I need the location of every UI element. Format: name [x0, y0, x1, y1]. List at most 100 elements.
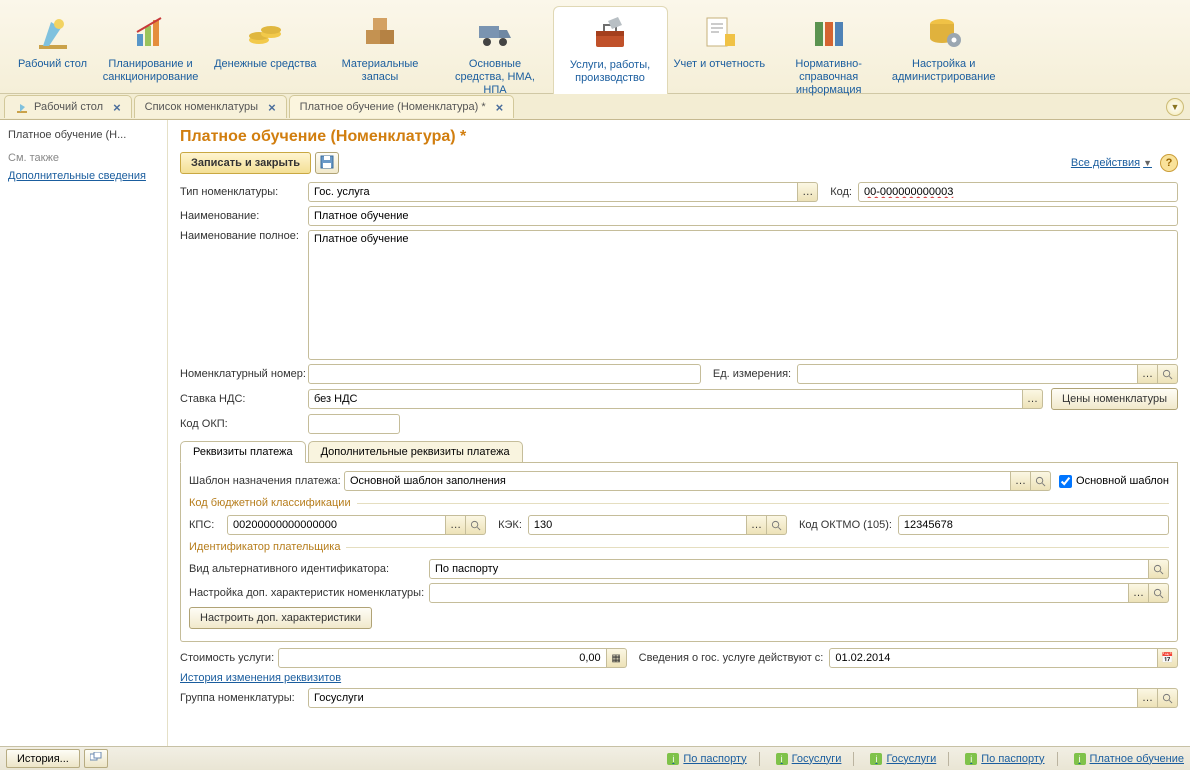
chevron-down-icon: ▼ [1143, 158, 1152, 168]
search-button[interactable] [1158, 688, 1178, 708]
label-vat: Ставка НДС: [180, 393, 308, 405]
save-button[interactable] [315, 152, 339, 174]
label-unit: Ед. измерения: [713, 368, 791, 380]
search-button[interactable] [1149, 583, 1169, 603]
oktmo-input[interactable] [898, 515, 1169, 535]
kps-input[interactable] [227, 515, 446, 535]
truck-icon [471, 8, 519, 56]
okp-input[interactable] [308, 414, 400, 434]
boxes-icon [356, 8, 404, 56]
desk-lamp-icon [29, 8, 77, 56]
search-icon [1035, 476, 1046, 487]
type-input[interactable] [308, 182, 798, 202]
status-item[interactable]: iПо паспорту [965, 753, 1044, 765]
search-button[interactable] [1149, 559, 1169, 579]
label-code: Код: [830, 186, 852, 198]
picker-button[interactable]: … [747, 515, 767, 535]
template-input[interactable] [344, 471, 1011, 491]
tab-menu-button[interactable]: ▼ [1166, 98, 1184, 116]
name-input[interactable] [308, 206, 1178, 226]
tab-payment[interactable]: Реквизиты платежа [180, 441, 306, 463]
picker-button[interactable]: … [1023, 389, 1043, 409]
report-icon [695, 8, 743, 56]
help-icon[interactable]: ? [1160, 154, 1178, 172]
history-button[interactable]: История... [6, 749, 80, 768]
effectfrom-input[interactable] [829, 648, 1158, 668]
picker-button[interactable]: … [1129, 583, 1149, 603]
calendar-button[interactable]: 📅 [1158, 648, 1178, 668]
search-button[interactable] [1031, 471, 1051, 491]
info-icon: i [1074, 753, 1086, 765]
info-icon: i [870, 753, 882, 765]
close-icon[interactable]: × [496, 100, 504, 115]
group-payer: Идентификатор плательщика [189, 541, 1169, 553]
search-button[interactable] [767, 515, 787, 535]
windows-button[interactable] [84, 749, 108, 768]
close-icon[interactable]: × [268, 100, 276, 115]
label-nomgroup: Группа номенклатуры: [180, 692, 308, 704]
toolbar-materials[interactable]: Материальные запасы [323, 6, 438, 86]
folders-icon [805, 8, 853, 56]
status-bar: История... iПо паспорту iГосуслуги iГосу… [0, 746, 1190, 770]
inner-tabs: Реквизиты платежа Дополнительные реквизи… [180, 440, 1178, 463]
close-icon[interactable]: × [113, 100, 121, 115]
toolbar-admin[interactable]: Настройка и администрирование [886, 6, 1001, 86]
toolbar-assets[interactable]: Основные средства, НМА, НПА [438, 6, 553, 99]
code-input[interactable] [858, 182, 1178, 202]
altid-input[interactable] [429, 559, 1149, 579]
unit-input[interactable] [797, 364, 1138, 384]
tab-label: Список номенклатуры [145, 101, 258, 113]
nomnumber-input[interactable] [308, 364, 701, 384]
cost-input[interactable] [278, 648, 607, 668]
toolbar-services[interactable]: Услуги, работы, производство [553, 6, 668, 94]
picker-button[interactable]: … [446, 515, 466, 535]
sidebar-link-additional[interactable]: Дополнительные сведения [8, 168, 159, 184]
picker-button[interactable]: … [1011, 471, 1031, 491]
picker-button[interactable]: … [1138, 364, 1158, 384]
search-icon [1153, 564, 1164, 575]
calculator-button[interactable]: ▦ [607, 648, 627, 668]
tab-label: Платное обучение (Номенклатура) * [300, 101, 486, 113]
main-template-checkbox[interactable]: Основной шаблон [1059, 475, 1169, 488]
chart-icon [127, 8, 175, 56]
label-template: Шаблон назначения платежа: [189, 475, 344, 487]
search-button[interactable] [1158, 364, 1178, 384]
page-title: Платное обучение (Номенклатура) * [180, 128, 1178, 146]
toolbar-planning[interactable]: Планирование и санкционирование [93, 6, 208, 86]
kek-input[interactable] [528, 515, 747, 535]
tab-list[interactable]: Список номенклатуры × [134, 95, 287, 118]
vat-input[interactable] [308, 389, 1023, 409]
search-icon [1162, 693, 1173, 704]
status-item[interactable]: iПо паспорту [667, 753, 746, 765]
main-toolbar: Рабочий стол Планирование и санкциониров… [0, 0, 1190, 94]
info-icon: i [667, 753, 679, 765]
charsetup-input[interactable] [429, 583, 1129, 603]
tab-content: Шаблон назначения платежа: … Основной ша… [180, 463, 1178, 642]
search-icon [1162, 369, 1173, 380]
tab-label: Рабочий стол [34, 101, 103, 113]
label-type: Тип номенклатуры: [180, 186, 308, 198]
toolbar-reference[interactable]: Нормативно-справочная информация [771, 6, 886, 99]
configure-characteristics-button[interactable]: Настроить доп. характеристики [189, 607, 372, 629]
status-item[interactable]: iГосуслуги [870, 753, 936, 765]
picker-button[interactable]: … [798, 182, 818, 202]
status-item[interactable]: iГосуслуги [776, 753, 842, 765]
toolbar-accounting[interactable]: Учет и отчетность [668, 6, 772, 73]
toolbar-money[interactable]: Денежные средства [208, 6, 322, 73]
sidebar: Платное обучение (Н... См. также Дополни… [0, 120, 168, 746]
prices-button[interactable]: Цены номенклатуры [1051, 388, 1178, 410]
tab-current[interactable]: Платное обучение (Номенклатура) * × [289, 95, 515, 118]
all-actions-link[interactable]: Все действия▼ [1071, 157, 1152, 169]
status-item[interactable]: iПлатное обучение [1074, 753, 1184, 765]
label-okp: Код ОКП: [180, 418, 308, 430]
fullname-input[interactable]: Платное обучение [308, 230, 1178, 360]
picker-button[interactable]: … [1138, 688, 1158, 708]
tab-payment-extra[interactable]: Дополнительные реквизиты платежа [308, 441, 523, 463]
nomgroup-input[interactable] [308, 688, 1138, 708]
search-button[interactable] [466, 515, 486, 535]
tab-desktop[interactable]: Рабочий стол × [4, 95, 132, 118]
history-link[interactable]: История изменения реквизитов [180, 672, 341, 684]
open-tabs-bar: Рабочий стол × Список номенклатуры × Пла… [0, 94, 1190, 120]
save-close-button[interactable]: Записать и закрыть [180, 152, 311, 174]
toolbar-desktop[interactable]: Рабочий стол [12, 6, 93, 73]
